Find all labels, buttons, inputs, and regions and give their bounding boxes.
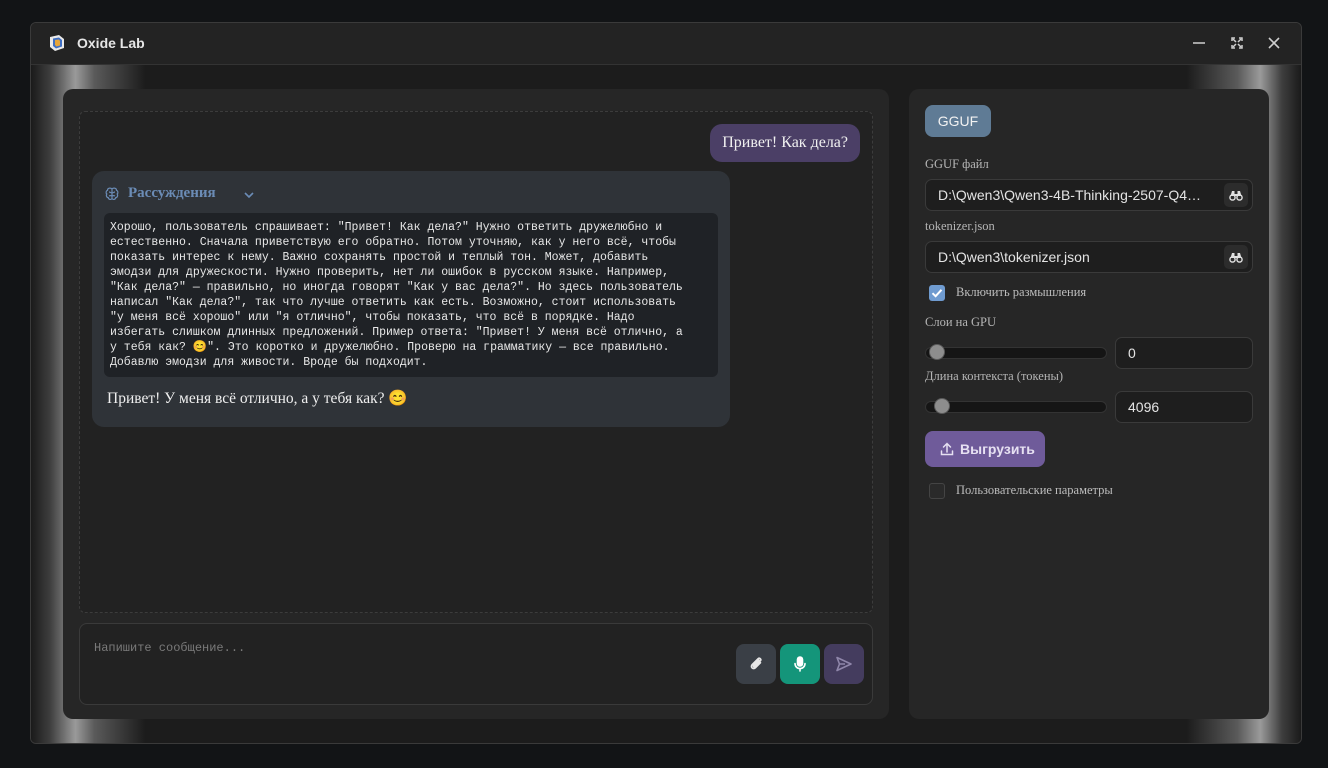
tokenizer-label: tokenizer.json <box>925 219 995 233</box>
reasoning-text: Хорошо, пользователь спрашивает: "Привет… <box>110 221 683 369</box>
reasoning-label: Рассуждения <box>128 185 216 201</box>
context-length-input[interactable]: 4096 <box>1115 391 1253 423</box>
title-bar: Oxide Lab <box>31 23 1301 65</box>
assistant-message: Рассуждения Хорошо, пользователь спрашив… <box>92 171 730 427</box>
chat-panel: Привет! Как дела? Рассуждения Хорошо, по… <box>63 89 889 719</box>
close-button[interactable] <box>1264 33 1284 53</box>
assistant-answer: Привет! У меня всё отлично, а у тебя как… <box>107 390 408 407</box>
browse-tokenizer-button[interactable] <box>1224 245 1248 269</box>
unload-label: Выгрузить <box>960 441 1035 457</box>
custom-params-label: Пользовательские параметры <box>956 483 1113 497</box>
app-window: Oxide Lab Привет! Как дела? Рассуждения … <box>30 22 1302 744</box>
brain-icon <box>104 186 120 202</box>
gpu-layers-label: Слои на GPU <box>925 315 997 329</box>
user-message-bubble: Привет! Как дела? <box>710 124 860 162</box>
thinking-checkbox[interactable] <box>929 285 945 301</box>
gguf-path-field[interactable]: D:\Qwen3\Qwen3-4B-Thinking-2507-Q4_K_M.g… <box>925 179 1253 211</box>
browse-gguf-button[interactable] <box>1224 183 1248 207</box>
send-button[interactable] <box>824 644 864 684</box>
mic-button[interactable] <box>780 644 820 684</box>
tokenizer-path-field[interactable]: D:\Qwen3\tokenizer.json <box>925 241 1253 273</box>
chevron-down-icon <box>242 188 256 202</box>
message-composer <box>79 623 873 705</box>
message-list[interactable]: Привет! Как дела? Рассуждения Хорошо, по… <box>79 111 873 613</box>
attach-button[interactable] <box>736 644 776 684</box>
gguf-path-value: D:\Qwen3\Qwen3-4B-Thinking-2507-Q4_K_M.g… <box>938 187 1208 203</box>
thinking-label: Включить размышления <box>956 285 1087 299</box>
custom-params-checkbox[interactable] <box>929 483 945 499</box>
message-input[interactable] <box>92 632 736 664</box>
tokenizer-path-value: D:\Qwen3\tokenizer.json <box>938 249 1090 265</box>
binoculars-icon <box>1229 191 1243 201</box>
upload-icon <box>939 441 955 457</box>
context-length-slider-thumb[interactable] <box>934 398 950 414</box>
gpu-layers-slider-thumb[interactable] <box>929 344 945 360</box>
reasoning-content: Хорошо, пользователь спрашивает: "Привет… <box>104 213 718 377</box>
app-logo-icon <box>47 33 67 53</box>
minimize-button[interactable] <box>1189 33 1209 53</box>
context-length-value: 4096 <box>1128 399 1160 415</box>
settings-panel: GGUF GGUF файл D:\Qwen3\Qwen3-4B-Thinkin… <box>909 89 1269 719</box>
context-length-label: Длина контекста (токены) <box>925 369 1064 383</box>
tab-gguf[interactable]: GGUF <box>925 105 991 137</box>
gpu-layers-value: 0 <box>1128 345 1136 361</box>
app-title: Oxide Lab <box>77 35 145 51</box>
unload-button[interactable]: Выгрузить <box>925 431 1045 467</box>
gguf-file-label: GGUF файл <box>925 157 989 171</box>
binoculars-icon <box>1229 253 1243 263</box>
context-length-slider[interactable] <box>925 398 1107 414</box>
gpu-layers-input[interactable]: 0 <box>1115 337 1253 369</box>
maximize-button[interactable] <box>1227 33 1247 53</box>
gpu-layers-slider[interactable] <box>925 344 1107 360</box>
main-content: Привет! Как дела? Рассуждения Хорошо, по… <box>31 65 1301 743</box>
